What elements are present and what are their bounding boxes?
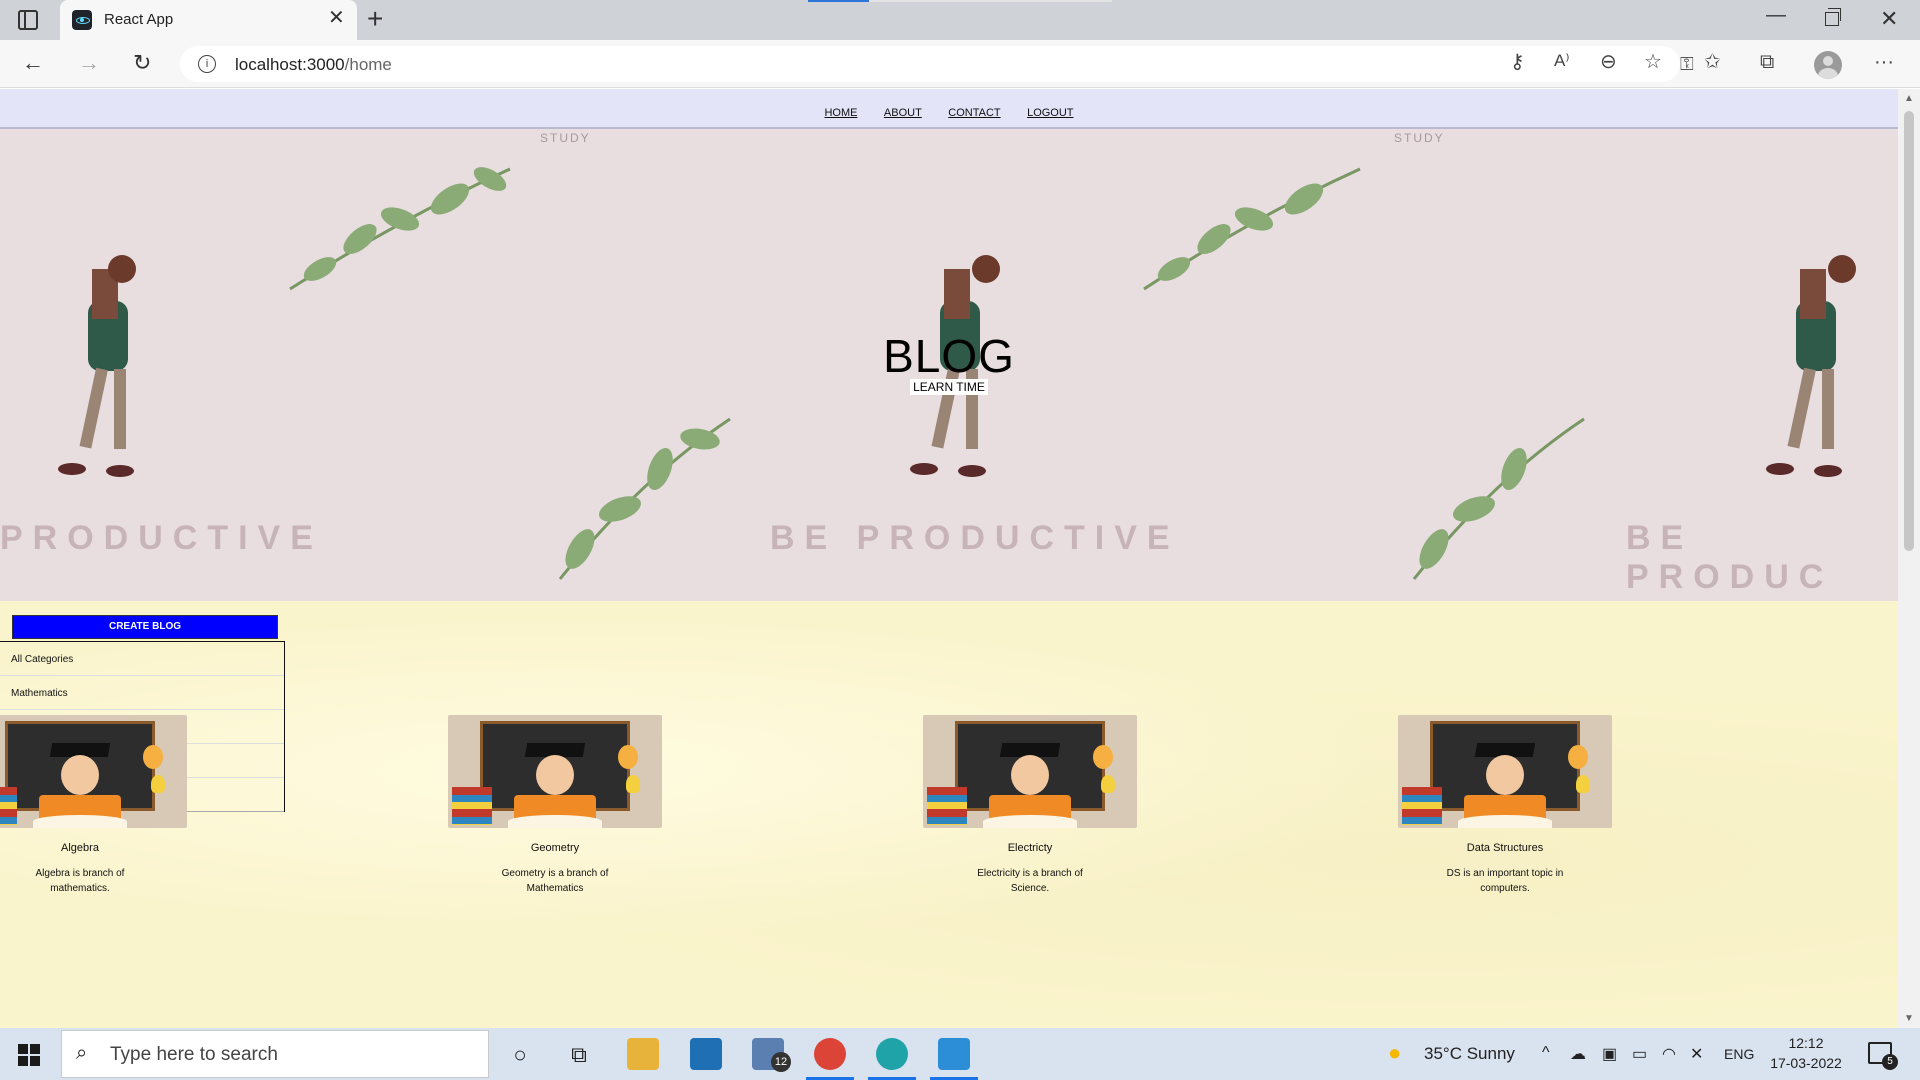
- hero-title: BLOG: [883, 330, 1015, 382]
- scroll-up-icon[interactable]: ▲: [1904, 93, 1914, 104]
- post-thumbnail[interactable]: [1398, 715, 1612, 828]
- task-view-icon[interactable]: ⧉: [564, 1040, 594, 1070]
- address-bar-row: ← → ↻ i localhost:3000/home ⚿: [0, 40, 1920, 88]
- post-description: Algebra is branch of mathematics.: [35, 868, 125, 894]
- app-icon[interactable]: [690, 1038, 722, 1070]
- url-field[interactable]: i localhost:3000/home ⚿: [180, 46, 1694, 82]
- post-card[interactable]: Data Structures DS is an important topic…: [1398, 715, 1612, 896]
- meet-icon[interactable]: ▣: [1602, 1044, 1617, 1064]
- post-card[interactable]: Geometry Geometry is a branch of Mathema…: [448, 715, 662, 896]
- bg-productive-text: PRODUCTIVE: [0, 519, 323, 557]
- more-menu-icon[interactable]: ···: [1874, 52, 1894, 72]
- bg-study-text: STUDY: [1394, 131, 1445, 145]
- post-title[interactable]: Geometry: [448, 842, 662, 854]
- taskbar-clock[interactable]: 12:12 17-03-2022: [1756, 1033, 1856, 1073]
- add-favorite-icon[interactable]: ☆: [1644, 52, 1662, 72]
- category-all[interactable]: All Categories: [0, 642, 284, 676]
- clock-time: 12:12: [1788, 1035, 1824, 1051]
- post-description: Geometry is a branch of Mathematics: [501, 868, 609, 894]
- hero-subtitle: LEARN TIME: [910, 379, 988, 395]
- react-favicon-icon: [72, 10, 92, 30]
- minimize-icon[interactable]: —: [1766, 4, 1786, 27]
- scrollbar-thumb[interactable]: [1904, 111, 1914, 551]
- post-title[interactable]: Electricty: [923, 842, 1137, 854]
- vscode-icon[interactable]: [938, 1038, 970, 1070]
- wifi-icon[interactable]: ◠: [1662, 1044, 1676, 1064]
- volume-muted-icon[interactable]: ✕: [1690, 1044, 1703, 1064]
- cortana-icon[interactable]: ○: [505, 1040, 535, 1070]
- tab-actions-icon[interactable]: [18, 10, 38, 30]
- windows-taskbar: ⌕ Type here to search ○ ⧉ ● 35°C Sunny ^…: [0, 1028, 1920, 1080]
- show-hidden-icons-icon[interactable]: ^: [1542, 1044, 1550, 1062]
- windows-start-icon[interactable]: [18, 1044, 40, 1066]
- bg-productive-text: BE PRODUCTIVE: [770, 519, 1180, 557]
- key-icon[interactable]: ⚿: [1680, 55, 1694, 73]
- nav-contact-link[interactable]: CONTACT: [948, 107, 1000, 119]
- loading-indicator: [808, 0, 1112, 2]
- restore-icon[interactable]: [1825, 8, 1841, 26]
- weather-text[interactable]: 35°C Sunny: [1424, 1044, 1515, 1064]
- post-description: Electricity is a branch of Science.: [977, 868, 1083, 894]
- nav-logout-link[interactable]: LOGOUT: [1027, 107, 1073, 119]
- file-explorer-icon[interactable]: [627, 1038, 659, 1070]
- window-close-icon[interactable]: ✕: [1880, 6, 1898, 32]
- battery-icon[interactable]: ▭: [1632, 1044, 1647, 1064]
- new-tab-icon[interactable]: +: [367, 5, 383, 33]
- close-tab-icon[interactable]: ✕: [328, 8, 345, 28]
- forward-icon[interactable]: →: [78, 52, 100, 74]
- bg-study-text: STUDY: [540, 131, 591, 145]
- hero-banner: STUDY STUDY PRODUCTIVE BE PRODUCTIVE BE …: [0, 129, 1898, 601]
- onedrive-icon[interactable]: ☁: [1570, 1044, 1586, 1064]
- notification-count: 5: [1882, 1054, 1898, 1070]
- reload-icon[interactable]: ↻: [133, 52, 151, 74]
- favorites-icon[interactable]: ✩: [1704, 52, 1721, 72]
- url-text[interactable]: localhost:3000/home: [235, 55, 392, 75]
- nav-home-link[interactable]: HOME: [824, 107, 857, 119]
- scroll-down-icon[interactable]: ▼: [1904, 1013, 1914, 1024]
- post-thumbnail[interactable]: [923, 715, 1137, 828]
- browser-tab[interactable]: React App ✕: [60, 0, 357, 40]
- post-card[interactable]: Algebra Algebra is branch of mathematics…: [0, 715, 187, 896]
- search-icon: ⌕: [76, 1042, 88, 1064]
- site-navbar: HOME ABOUT CONTACT LOGOUT: [0, 89, 1898, 129]
- key-icon[interactable]: ⚷: [1510, 52, 1525, 72]
- page-scrollbar[interactable]: ▲ ▼: [1898, 89, 1920, 1028]
- post-title[interactable]: Algebra: [0, 842, 187, 854]
- collections-icon[interactable]: ⧉: [1760, 52, 1774, 72]
- read-aloud-icon[interactable]: A⁾: [1554, 52, 1570, 69]
- post-card[interactable]: Electricty Electricity is a branch of Sc…: [923, 715, 1137, 896]
- post-title[interactable]: Data Structures: [1398, 842, 1612, 854]
- mail-badge: 12: [771, 1052, 791, 1072]
- profile-avatar[interactable]: [1814, 51, 1842, 79]
- notification-center-icon[interactable]: 5: [1868, 1042, 1898, 1070]
- chrome-icon[interactable]: [814, 1038, 846, 1070]
- create-blog-button[interactable]: CREATE BLOG: [12, 615, 278, 639]
- taskbar-search-placeholder: Type here to search: [110, 1044, 278, 1065]
- post-thumbnail[interactable]: [448, 715, 662, 828]
- post-thumbnail[interactable]: [0, 715, 187, 828]
- browser-tabbar: React App ✕ + — ✕: [0, 0, 1920, 40]
- post-description: DS is an important topic in computers.: [1446, 868, 1564, 894]
- category-mathematics[interactable]: Mathematics: [0, 676, 284, 710]
- tab-title: React App: [104, 11, 174, 28]
- site-info-icon[interactable]: i: [198, 55, 216, 73]
- bg-productive-text: BE PRODUC: [1626, 519, 1834, 596]
- page-viewport: HOME ABOUT CONTACT LOGOUT STUDY STUDY PR…: [0, 89, 1898, 1028]
- zoom-out-icon[interactable]: ⊖: [1600, 52, 1617, 72]
- taskbar-search[interactable]: ⌕ Type here to search: [61, 1030, 489, 1078]
- weather-sun-icon[interactable]: ●: [1388, 1040, 1401, 1066]
- edge-icon[interactable]: [876, 1038, 908, 1070]
- language-indicator[interactable]: ENG: [1724, 1046, 1754, 1062]
- back-icon[interactable]: ←: [22, 52, 44, 74]
- nav-about-link[interactable]: ABOUT: [884, 107, 922, 119]
- clock-date: 17-03-2022: [1770, 1055, 1842, 1071]
